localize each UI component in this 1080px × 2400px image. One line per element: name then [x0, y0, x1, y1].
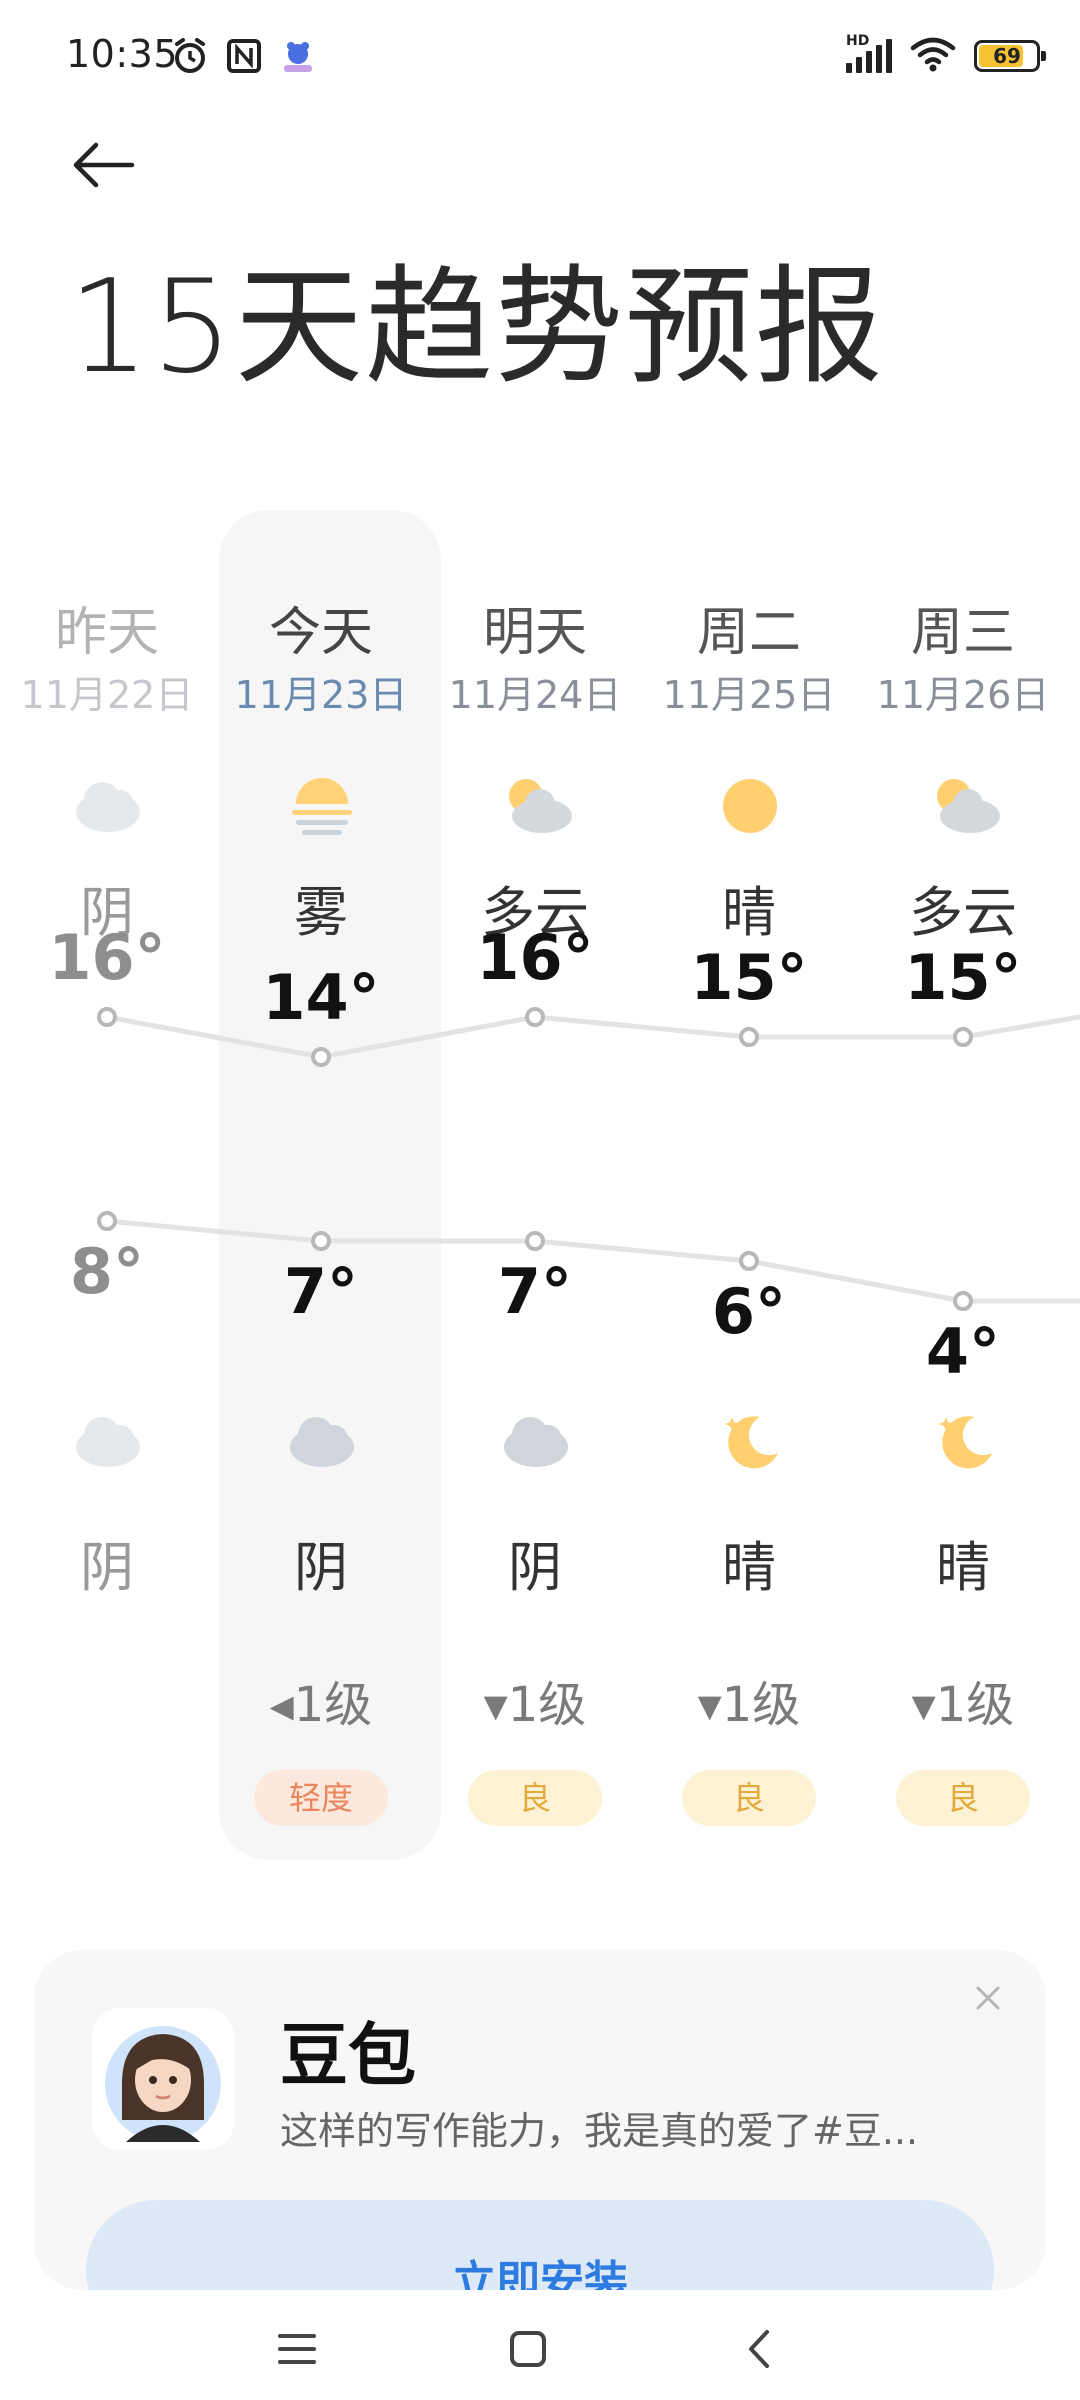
aqi-badge: 良 [682, 1770, 816, 1826]
home-button[interactable] [493, 2314, 563, 2384]
day-date: 11月23日 [234, 673, 408, 717]
app-notification-icon [278, 36, 318, 80]
cloudy-icon [76, 1417, 140, 1467]
high-temp-label: 15° [690, 941, 808, 1014]
moon-icon [939, 1416, 992, 1469]
night-weather-text: 晴 [722, 1536, 776, 1599]
low-temp-label: 4° [925, 1315, 1001, 1388]
low-temp-label: 7° [283, 1255, 359, 1328]
day-weather-text: 多云 [909, 881, 1017, 944]
alarm-icon [170, 36, 210, 80]
day-column-today[interactable]: 今天 11月23日 [211, 590, 431, 719]
status-bar: 10:35 HD 69 [0, 0, 1080, 110]
day-name: 周二 [696, 603, 801, 663]
page-title: 15天趋势预报 [68, 253, 885, 402]
day-weather-text: 雾 [294, 881, 348, 944]
back-icon [749, 2330, 769, 2368]
home-icon [510, 2331, 546, 2367]
low-temp-point [739, 1251, 759, 1271]
nfc-icon [224, 36, 264, 80]
app-name: 豆包 [280, 2017, 417, 2096]
partly-cloudy-icon [509, 779, 572, 833]
install-label: 立即安装 [452, 2257, 628, 2290]
low-temp-label: 6° [711, 1275, 787, 1348]
day-name: 周三 [910, 603, 1015, 663]
high-temp-label: 16° [476, 921, 594, 994]
low-temp-label: 7° [497, 1255, 573, 1328]
app-promo-card[interactable]: 豆包 这样的写作能力，我是真的爱了#豆... 立即安装 [34, 1950, 1046, 2290]
day-column-yesterday[interactable]: 昨天 11月22日 [0, 590, 217, 719]
day-column-wednesday[interactable]: 周三 11月26日 [853, 590, 1073, 719]
high-temp-point [525, 1007, 545, 1027]
sunny-icon [723, 779, 777, 833]
night-weather-text: 阴 [508, 1536, 562, 1599]
day-date: 11月24日 [448, 673, 622, 717]
close-button[interactable] [968, 1978, 1008, 2018]
low-temp-point [97, 1211, 117, 1231]
high-temp-point [97, 1007, 117, 1027]
close-icon [976, 1986, 1000, 2010]
high-temp-label: 14° [262, 961, 380, 1034]
low-temp-point [525, 1231, 545, 1251]
cloudy-icon [504, 1417, 568, 1467]
aqi-badge: 良 [896, 1770, 1030, 1826]
wifi-icon [910, 36, 956, 76]
day-column-tuesday[interactable]: 周二 11月25日 [639, 590, 859, 719]
menu-icon [278, 2334, 316, 2364]
high-temp-point [953, 1027, 973, 1047]
day-column-tomorrow[interactable]: 明天 11月24日 [425, 590, 645, 719]
back-button[interactable] [70, 135, 140, 195]
app-description: 这样的写作能力，我是真的爱了#豆... [280, 2109, 919, 2153]
aqi-badge: 良 [468, 1770, 602, 1826]
moon-icon [725, 1416, 778, 1469]
cloudy-icon [290, 1417, 354, 1467]
status-time: 10:35 [66, 32, 179, 76]
night-weather-text: 晴 [936, 1536, 990, 1599]
high-temp-point [739, 1027, 759, 1047]
high-temp-label: 15° [904, 941, 1022, 1014]
day-date: 11月25日 [662, 673, 836, 717]
low-temp-point [953, 1291, 973, 1311]
day-name: 昨天 [54, 603, 159, 663]
day-name: 明天 [482, 603, 587, 663]
day-name: 今天 [268, 603, 373, 663]
wind-level: ▾1级 [911, 1677, 1015, 1733]
day-date: 11月26日 [876, 673, 1050, 717]
fog-icon [292, 778, 352, 835]
back-arrow-icon [73, 142, 135, 188]
high-temp-label: 16° [48, 921, 166, 994]
cloudy-icon [76, 782, 140, 832]
nav-back-button[interactable] [725, 2314, 795, 2384]
battery-icon: 69 [974, 40, 1046, 72]
navigation-bar [0, 2290, 1080, 2400]
aqi-badge: 轻度 [254, 1770, 388, 1826]
avatar-icon [92, 2008, 234, 2150]
day-weather-text: 晴 [722, 881, 776, 944]
night-weather-text: 阴 [294, 1536, 348, 1599]
wind-level: ▾1级 [483, 1677, 587, 1733]
night-weather-text: 阴 [80, 1536, 134, 1599]
wind-level: ▾1级 [697, 1677, 801, 1733]
menu-button[interactable] [262, 2314, 332, 2384]
wind-level: ◂1级 [269, 1677, 373, 1733]
hd-signal-icon: HD [846, 33, 892, 73]
partly-cloudy-icon [937, 779, 1000, 833]
install-button[interactable]: 立即安装 [86, 2200, 994, 2290]
low-temp-label: 8° [69, 1235, 145, 1308]
day-date: 11月22日 [20, 673, 194, 717]
